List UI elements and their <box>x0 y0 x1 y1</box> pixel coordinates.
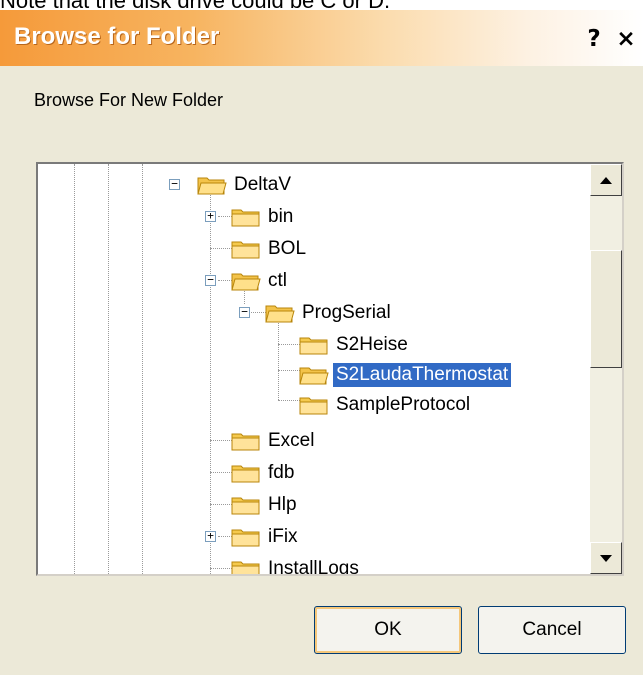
tree-connector <box>278 370 300 371</box>
scroll-up-button[interactable] <box>590 164 622 196</box>
folder-icon <box>231 465 260 483</box>
folder-icon <box>231 433 260 451</box>
tree-node-ctl[interactable]: ctl <box>230 267 290 295</box>
folder-open-icon <box>299 367 329 385</box>
tree-node-label: Hlp <box>268 494 297 515</box>
folder-icon <box>231 209 260 227</box>
tree-node-fdb[interactable]: fdb <box>230 459 297 487</box>
tree-node-label: ctl <box>268 270 287 291</box>
folder-open-icon <box>197 177 227 195</box>
tree-node-label: BOL <box>268 238 307 259</box>
ok-button[interactable]: OK <box>314 606 462 654</box>
tree-connector <box>210 248 232 249</box>
tree-node-label: SampleProtocol <box>336 394 471 415</box>
tree-guide-line <box>142 164 143 574</box>
folder-icon <box>231 561 260 574</box>
folder-icon <box>231 497 260 515</box>
tree-node-label: Excel <box>268 430 315 451</box>
tree-node-label: InstallLogs <box>268 558 359 574</box>
tree-content: − + − − + DeltaV bin BOL ctl ProgSerial … <box>38 164 592 574</box>
tree-node-sampleprotocol[interactable]: SampleProtocol <box>298 391 473 419</box>
tree-connector <box>278 344 300 345</box>
close-button[interactable]: × <box>610 23 642 55</box>
tree-connector <box>210 472 232 473</box>
tree-node-s2heise[interactable]: S2Heise <box>298 331 411 359</box>
tree-node-label: bin <box>268 206 294 227</box>
cancel-button[interactable]: Cancel <box>478 606 626 654</box>
folder-icon <box>299 337 328 355</box>
tree-node-label: DeltaV <box>234 174 292 195</box>
collapse-toggle-ctl[interactable]: − <box>205 274 216 286</box>
tree-connector <box>278 400 300 401</box>
tree-node-label: ProgSerial <box>302 302 391 323</box>
tree-connector <box>210 568 232 569</box>
tree-guide-line <box>278 318 279 400</box>
expand-toggle-ifix[interactable]: + <box>205 530 216 542</box>
scroll-thumb[interactable] <box>590 250 622 368</box>
instruction-text: Browse For New Folder <box>34 90 224 110</box>
arrow-up-icon <box>600 176 612 184</box>
tree-node-label-selected: S2LaudaThermostat <box>333 363 512 387</box>
tree-connector <box>210 440 232 441</box>
tree-guide-line <box>108 164 109 574</box>
tree-node-ifix[interactable]: iFix <box>230 523 301 551</box>
tree-node-hlp[interactable]: Hlp <box>230 491 300 519</box>
tree-node-bol[interactable]: BOL <box>230 235 309 263</box>
tree-node-label: fdb <box>268 462 295 483</box>
folder-icon <box>299 397 328 415</box>
arrow-down-icon <box>600 554 612 562</box>
folder-open-icon <box>265 305 295 323</box>
tree-node-bin[interactable]: bin <box>230 203 296 231</box>
scroll-down-button[interactable] <box>590 542 622 574</box>
tree-connector <box>210 504 232 505</box>
title-bar[interactable]: Browse for Folder ? × <box>0 10 643 66</box>
collapse-toggle-deltav[interactable]: − <box>169 178 180 190</box>
browse-folder-dialog: Browse for Folder ? × Browse For New Fol… <box>0 10 643 675</box>
expand-toggle-bin[interactable]: + <box>205 210 216 222</box>
folder-tree[interactable]: − + − − + DeltaV bin BOL ctl ProgSerial … <box>36 162 624 576</box>
tree-node-excel[interactable]: Excel <box>230 427 317 455</box>
folder-icon <box>231 241 260 259</box>
tree-node-label: iFix <box>268 526 298 547</box>
help-button[interactable]: ? <box>578 23 610 55</box>
vertical-scrollbar[interactable] <box>590 164 622 574</box>
folder-icon <box>231 529 260 547</box>
folder-open-icon <box>231 273 261 291</box>
dialog-title: Browse for Folder <box>14 23 220 50</box>
tree-node-deltav[interactable]: DeltaV <box>196 171 294 199</box>
tree-node-label: S2Heise <box>336 334 408 355</box>
tree-guide-line <box>74 164 75 574</box>
tree-node-progserial[interactable]: ProgSerial <box>264 299 394 327</box>
collapse-toggle-progserial[interactable]: − <box>239 306 250 318</box>
tree-node-installlogs[interactable]: InstallLogs <box>230 555 362 574</box>
tree-node-s2laudathermostat[interactable]: S2LaudaThermostat <box>298 361 512 389</box>
